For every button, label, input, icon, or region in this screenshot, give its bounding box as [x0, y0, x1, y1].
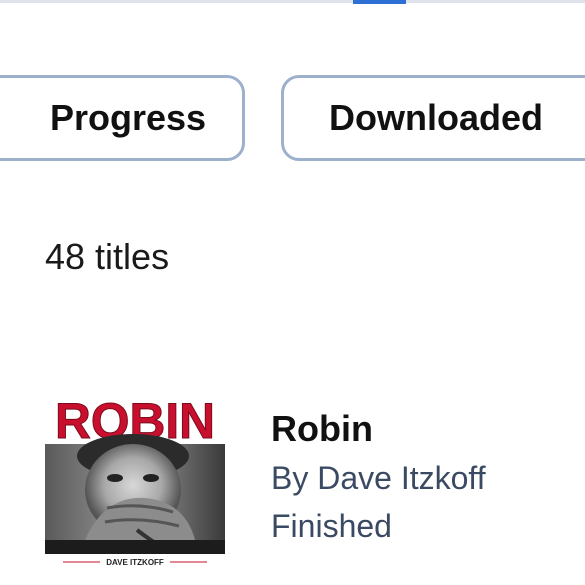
- filter-chip-progress[interactable]: Progress: [0, 75, 245, 161]
- filter-chip-downloaded-label: Downloaded: [329, 97, 543, 138]
- book-cover[interactable]: ROBIN DAVE ITZKOFF: [45, 390, 225, 568]
- cover-author: DAVE ITZKOFF: [106, 558, 164, 567]
- filter-chip-progress-label: Progress: [50, 97, 207, 138]
- book-title[interactable]: Robin: [271, 408, 373, 450]
- book-author: By Dave Itzkoff: [271, 460, 486, 496]
- top-divider: [0, 0, 585, 3]
- title-count: 48 titles: [45, 236, 170, 277]
- list-item[interactable]: ROBIN DAVE ITZKOFF Robin By Dave Itzkoff…: [45, 390, 585, 570]
- filter-chip-downloaded[interactable]: Downloaded: [281, 75, 585, 161]
- book-status: Finished: [271, 508, 392, 544]
- active-tab-indicator: [353, 0, 406, 4]
